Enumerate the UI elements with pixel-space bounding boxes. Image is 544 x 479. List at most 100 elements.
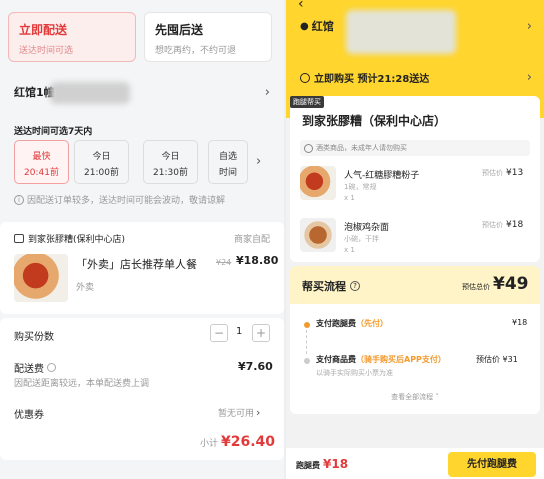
- back-icon[interactable]: ‹: [298, 0, 304, 12]
- warning-row: 酒类商品，未成年人请勿购买: [300, 140, 530, 156]
- step-dot-icon: [304, 358, 310, 364]
- pickup-label: 商家自配: [233, 235, 270, 245]
- screen: 立即配送 送达时间可选 先囤后送 想吃再约，不约可退 红馆1幢 › 送达时间可选…: [0, 0, 544, 479]
- fee-value: ¥18: [323, 457, 349, 471]
- help-icon[interactable]: ?: [350, 281, 360, 291]
- address-text: 红馆1幢: [14, 86, 55, 99]
- product-name: 「外卖」店长推荐单人餐: [76, 258, 197, 271]
- store-icon: [14, 234, 24, 243]
- chevron-right-icon[interactable]: ›: [256, 154, 261, 169]
- process-title-row: 帮买流程 ?: [302, 278, 360, 294]
- process-step: 支付跑腿费 （先付）: [316, 318, 388, 329]
- total-row: 预估总价 ¥49: [462, 274, 529, 294]
- product-image: [14, 254, 68, 302]
- bottom-bar: 跑腿费 ¥18 先付跑腿费: [286, 448, 544, 479]
- product-price: ¥18.80: [236, 254, 279, 267]
- item-spec: 小碗，干拌: [344, 235, 379, 243]
- slot-custom[interactable]: 自选 时间: [208, 140, 248, 184]
- slot-line2: 时间: [218, 168, 237, 178]
- item-image: [300, 166, 336, 200]
- tab-instant-sub: 送达时间可选: [19, 46, 74, 56]
- item-price: ¥13: [506, 168, 524, 178]
- item-qty: x 1: [344, 194, 355, 202]
- subtotal-label: 小计: [200, 439, 219, 449]
- step-label: 支付跑腿费: [316, 319, 356, 328]
- slot-line2: 20:41前: [24, 168, 59, 178]
- info-icon: i: [14, 194, 24, 205]
- delivery-fee-note: 因配送距离较远，本单配送费上调: [14, 379, 150, 389]
- chevron-right-icon: ›: [264, 84, 270, 100]
- item-est-label: 预估价: [482, 169, 503, 177]
- item-price-row: 预估价 ¥18: [482, 220, 523, 230]
- left-panel: 立即配送 送达时间可选 先囤后送 想吃再约，不约可退 红馆1幢 › 送达时间可选…: [0, 0, 284, 479]
- delivery-time-label: 立即购买 预计21:28送达: [314, 74, 430, 85]
- product-tag: 外卖: [76, 283, 95, 293]
- quantity-plus-button[interactable]: +: [252, 324, 270, 342]
- step-highlight: （骑手购买后APP支付）: [356, 355, 446, 364]
- delivery-range-label: 送达时间可选7天内: [14, 127, 93, 137]
- delivery-fee-value: ¥7.60: [238, 360, 273, 373]
- product-original-price: ¥24: [216, 258, 232, 267]
- process-card: 帮买流程 ? 预估总价 ¥49 支付跑腿费 （先付） ¥18 支付商品费 （骑手…: [290, 266, 540, 414]
- fee-summary: 跑腿费 ¥18: [296, 457, 348, 471]
- header-address: 红馆: [311, 20, 334, 33]
- view-all-link[interactable]: 查看全部流程 ˅: [290, 392, 540, 402]
- total-label: 预估总价: [462, 283, 490, 291]
- item-name: 泡椒鸡杂面: [344, 223, 390, 233]
- slot-line1: 今日: [161, 152, 180, 162]
- clock-icon: [300, 72, 310, 83]
- blurred-address: [346, 10, 456, 54]
- chevron-right-icon: ›: [526, 70, 532, 85]
- coupon-value: 暂无可用: [218, 409, 255, 419]
- coupon-label: 优惠券: [14, 410, 44, 421]
- store-name: 到家张膠糟（保利中心店）: [302, 114, 447, 128]
- slot-2130[interactable]: 今日 21:30前: [143, 140, 198, 184]
- right-panel: ‹ ● 红馆 › 立即购买 预计21:28送达 › 跑腿帮买 到家张膠糟（保利中…: [286, 0, 544, 479]
- item-est-label: 预估价: [482, 221, 503, 229]
- step-label: 支付商品费: [316, 355, 356, 364]
- chevron-right-icon: ›: [256, 406, 261, 419]
- notice-row: i 因配送订单较多，送达时间可能会波动，敬请谅解: [14, 193, 225, 206]
- slot-line1: 自选: [218, 152, 237, 162]
- chevron-right-icon: ›: [526, 18, 532, 34]
- delivery-fee-label: 配送费: [14, 364, 44, 375]
- tab-instant-delivery[interactable]: 立即配送 送达时间可选: [8, 12, 136, 62]
- step-dot-icon: [304, 322, 310, 328]
- quantity-minus-button[interactable]: −: [210, 324, 228, 342]
- slot-line1: 最快: [32, 152, 51, 162]
- step-note: 以骑手实际购买小票为准: [316, 369, 393, 377]
- location-pin-icon: ●: [300, 20, 309, 32]
- store-name: 到家张膠糟(保利中心店): [28, 235, 126, 245]
- subtotal-value: ¥26.40: [221, 434, 276, 450]
- order-summary-card: 购买份数 − 1 + 配送费 因配送距离较远，本单配送费上调 ¥7.60 优惠券…: [0, 318, 284, 460]
- slot-fastest[interactable]: 最快 20:41前: [14, 140, 69, 184]
- slot-2100[interactable]: 今日 21:00前: [74, 140, 129, 184]
- process-title: 帮买流程: [302, 280, 346, 293]
- item-image: [300, 218, 336, 252]
- delivery-fee-label-row: 配送费: [14, 360, 56, 375]
- pay-fee-button[interactable]: 先付跑腿费: [448, 452, 536, 477]
- item-price-row: 预估价 ¥13: [482, 168, 523, 178]
- warning-icon: [304, 143, 313, 153]
- delivery-time-row[interactable]: 立即购买 预计21:28送达 ›: [300, 70, 532, 85]
- process-step: 支付商品费 （骑手购买后APP支付）: [316, 354, 446, 365]
- tab-instant-title: 立即配送: [19, 23, 68, 37]
- item-qty: x 1: [344, 246, 355, 254]
- tab-reserve-sub: 想吃再约，不约可退: [155, 46, 237, 56]
- item-spec: 1碗，常规: [344, 183, 377, 191]
- step-price: ¥18: [512, 318, 528, 327]
- coupon-row[interactable]: 暂无可用 ›: [218, 406, 260, 419]
- slot-line2: 21:00前: [84, 168, 119, 178]
- warning-text: 酒类商品，未成年人请勿购买: [316, 144, 407, 152]
- total-value: ¥49: [493, 274, 529, 294]
- service-badge: 跑腿帮买: [290, 96, 324, 108]
- step-highlight: （先付）: [356, 319, 388, 328]
- step-price: 预估价 ¥31: [476, 355, 518, 364]
- store-card: 到家张膠糟(保利中心店) 商家自配 「外卖」店长推荐单人餐 ¥24 ¥18.80…: [0, 222, 284, 314]
- help-icon[interactable]: [47, 363, 56, 372]
- fee-label: 跑腿费: [296, 461, 320, 470]
- slot-line1: 今日: [92, 152, 111, 162]
- tab-reserve-delivery[interactable]: 先囤后送 想吃再约，不约可退: [144, 12, 272, 62]
- item-name: 人气-红糖膠糟粉子: [344, 171, 420, 181]
- quantity-value: 1: [236, 326, 243, 337]
